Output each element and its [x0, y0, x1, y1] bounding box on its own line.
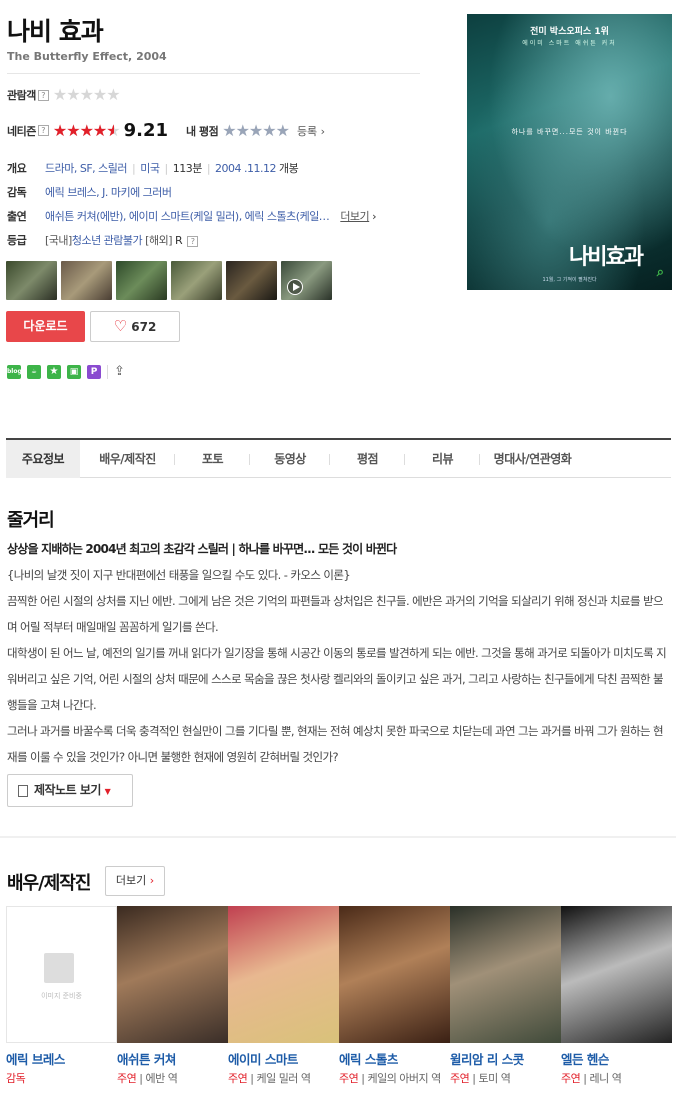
- cast-card[interactable]: 에릭 스톨츠 주연 | 케일의 아버지 역: [339, 906, 450, 1088]
- zoom-icon[interactable]: ⌕: [657, 265, 664, 280]
- cast-name[interactable]: 윌리암 리 스콧: [450, 1049, 561, 1068]
- register-link[interactable]: 등록 ›: [297, 123, 325, 139]
- play-icon: [287, 279, 303, 295]
- cast-name[interactable]: 애쉬튼 커쳐: [117, 1049, 228, 1068]
- section-divider: [0, 836, 676, 838]
- still-thumbnail[interactable]: [61, 261, 112, 300]
- tab-main-info[interactable]: 주요정보: [6, 440, 80, 478]
- audience-stars: ★★★★★: [52, 85, 121, 104]
- movie-subtitle: The Butterfly Effect, 2004: [7, 50, 167, 63]
- like-button[interactable]: ♡ 672: [90, 311, 180, 342]
- person-placeholder-icon: [44, 953, 74, 983]
- story-tagline: 상상을 지배하는 2004년 최고의 초감각 스릴러 | 하나를 바꾸면... …: [7, 542, 397, 556]
- star-icon[interactable]: ★: [47, 365, 61, 379]
- story-heading: 줄거리: [7, 510, 55, 531]
- cast-role: 주연 | 토미 역: [450, 1072, 511, 1085]
- cast-role: 주연 | 케일 밀러 역: [228, 1072, 311, 1085]
- cast-card[interactable]: 에이미 스마트 주연 | 케일 밀러 역: [228, 906, 339, 1088]
- cast-role: 주연 | 에반 역: [117, 1072, 178, 1085]
- share-bar: blog ☕ ★ ▣ P ⇪: [7, 364, 130, 380]
- divider: [7, 73, 420, 74]
- cast-card[interactable]: 엘든 헨슨 주연 | 레니 역: [561, 906, 672, 1088]
- pinterest-icon[interactable]: P: [87, 365, 101, 379]
- my-rating-stars[interactable]: ★★★★★: [222, 122, 290, 139]
- like-count: 672: [131, 320, 157, 334]
- cast-card[interactable]: 이미지 준비중 에릭 브레스 감독: [6, 906, 117, 1088]
- release-link[interactable]: 2004 .11.12: [215, 162, 276, 175]
- tab-photo[interactable]: 포토: [175, 440, 250, 478]
- download-button[interactable]: 다운로드: [6, 311, 85, 342]
- help-icon[interactable]: ?: [37, 89, 49, 101]
- help-icon[interactable]: ?: [187, 235, 199, 247]
- tab-rating[interactable]: 평점: [330, 440, 405, 478]
- tab-cast-crew[interactable]: 배우/제작진: [80, 440, 175, 478]
- still-thumbnail[interactable]: [116, 261, 167, 300]
- story-text: {나비의 날갯 짓이 지구 반대편에선 태풍을 일으킬 수도 있다. - 카오스…: [7, 562, 667, 770]
- story-paragraph: 대학생이 된 어느 날, 예전의 일기를 꺼내 읽다가 일기장을 통해 시공간 …: [7, 646, 667, 712]
- cast-photo: [450, 906, 561, 1043]
- tab-video[interactable]: 동영상: [250, 440, 330, 478]
- chevron-right-icon: ›: [149, 874, 155, 887]
- movie-poster[interactable]: 전미 박스오피스 1위 에이미 스마트 애쉬튼 커처 하나를 바꾸면...모든 …: [467, 14, 672, 290]
- audience-label: 관람객: [7, 89, 36, 102]
- audience-rating-row: 관람객 ? ★★★★★: [7, 85, 121, 104]
- cast-role: 주연 | 레니 역: [561, 1072, 622, 1085]
- still-thumbnails: [6, 261, 332, 300]
- cast-card[interactable]: 윌리암 리 스콧 주연 | 토미 역: [450, 906, 561, 1088]
- netizen-label: 네티즌: [7, 124, 36, 138]
- netizen-score: 9.21: [123, 120, 169, 141]
- still-thumbnail[interactable]: [6, 261, 57, 300]
- heart-icon: ♡: [113, 317, 128, 335]
- cast-card[interactable]: 애쉬튼 커쳐 주연 | 에반 역: [117, 906, 228, 1088]
- share-icon[interactable]: ⇪: [114, 364, 130, 380]
- cast-link[interactable]: 애쉬튼 커쳐(에반), 에이미 스마트(케일 밀러), 에릭 스톨츠(케일…: [45, 210, 330, 223]
- video-thumbnail[interactable]: [281, 261, 332, 300]
- tab-quotes[interactable]: 명대사/연관영화: [480, 440, 585, 478]
- cast-photo: [117, 906, 228, 1043]
- runtime: 113분: [172, 162, 203, 175]
- cast-photo: [561, 906, 672, 1043]
- story-paragraph: 끔찍한 어린 시절의 상처를 지닌 에반. 그에게 남은 것은 기억의 파편들과…: [7, 594, 664, 634]
- cast-list: 이미지 준비중 에릭 브레스 감독 애쉬튼 커쳐 주연 | 에반 역 에이미 스…: [6, 906, 672, 1088]
- my-rating-label: 내 평점: [186, 124, 219, 138]
- chevron-down-icon: ▼: [104, 787, 111, 796]
- director-link[interactable]: 에릭 브레스, J. 마키에 그러버: [45, 186, 172, 199]
- production-note-button[interactable]: 제작노트 보기 ▼: [7, 774, 133, 807]
- cafe-icon[interactable]: ☕: [27, 365, 41, 379]
- still-thumbnail[interactable]: [171, 261, 222, 300]
- movie-title: 나비 효과: [7, 17, 104, 46]
- cast-name[interactable]: 에이미 스마트: [228, 1049, 339, 1068]
- country-link[interactable]: 미국: [140, 162, 160, 175]
- cast-name[interactable]: 에릭 스톨츠: [339, 1049, 450, 1068]
- director-row: 감독 에릭 브레스, J. 마키에 그러버: [7, 186, 172, 199]
- cast-photo: [228, 906, 339, 1043]
- overview-row: 개요 드라마, SF, 스릴러 | 미국 | 113분 | 2004 .11.12 개봉: [7, 162, 299, 175]
- story-paragraph: 그러나 과거를 바꿀수록 더욱 충격적인 현실만이 그를 기다릴 뿐, 현재는 …: [7, 724, 664, 764]
- cast-role: 감독: [6, 1072, 26, 1085]
- divider: [107, 365, 108, 379]
- netizen-stars: ★★★★★ ★★★★★: [52, 120, 121, 140]
- story-paragraph: {나비의 날갯 짓이 지구 반대편에선 태풍을 일으킬 수도 있다. - 카오스…: [7, 568, 351, 582]
- cast-name[interactable]: 엘든 헨슨: [561, 1049, 672, 1068]
- genre-link[interactable]: 드라마, SF, 스릴러: [45, 162, 128, 175]
- cast-more-button[interactable]: 더보기 ›: [105, 866, 165, 896]
- cast-role: 주연 | 케일의 아버지 역: [339, 1072, 441, 1085]
- help-icon[interactable]: ?: [37, 125, 49, 136]
- no-image-placeholder: 이미지 준비중: [6, 906, 117, 1043]
- band-icon[interactable]: ▣: [67, 365, 81, 379]
- netizen-rating-row: 네티즌 ? ★★★★★ ★★★★★ 9.21 내 평점 ★★★★★ 등록 ›: [7, 120, 325, 141]
- cast-heading: 배우/제작진: [7, 873, 91, 894]
- grade-row: 등급 [국내]청소년 관람불가 [해외] R ?: [7, 234, 199, 248]
- cast-name[interactable]: 에릭 브레스: [6, 1049, 117, 1068]
- still-thumbnail[interactable]: [226, 261, 277, 300]
- grade-foreign: R: [175, 234, 183, 247]
- tab-review[interactable]: 리뷰: [405, 440, 480, 478]
- cast-photo: [339, 906, 450, 1043]
- grade-domestic-link[interactable]: 청소년 관람불가: [72, 234, 143, 247]
- blog-icon[interactable]: blog: [7, 365, 22, 379]
- document-icon: [18, 784, 28, 797]
- cast-row: 출연 애쉬튼 커쳐(에반), 에이미 스마트(케일 밀러), 에릭 스톨츠(케일……: [7, 210, 377, 223]
- cast-more-link[interactable]: 더보기: [340, 210, 369, 223]
- tab-bar: 주요정보 배우/제작진 포토 동영상 평점 리뷰 명대사/연관영화: [6, 438, 671, 478]
